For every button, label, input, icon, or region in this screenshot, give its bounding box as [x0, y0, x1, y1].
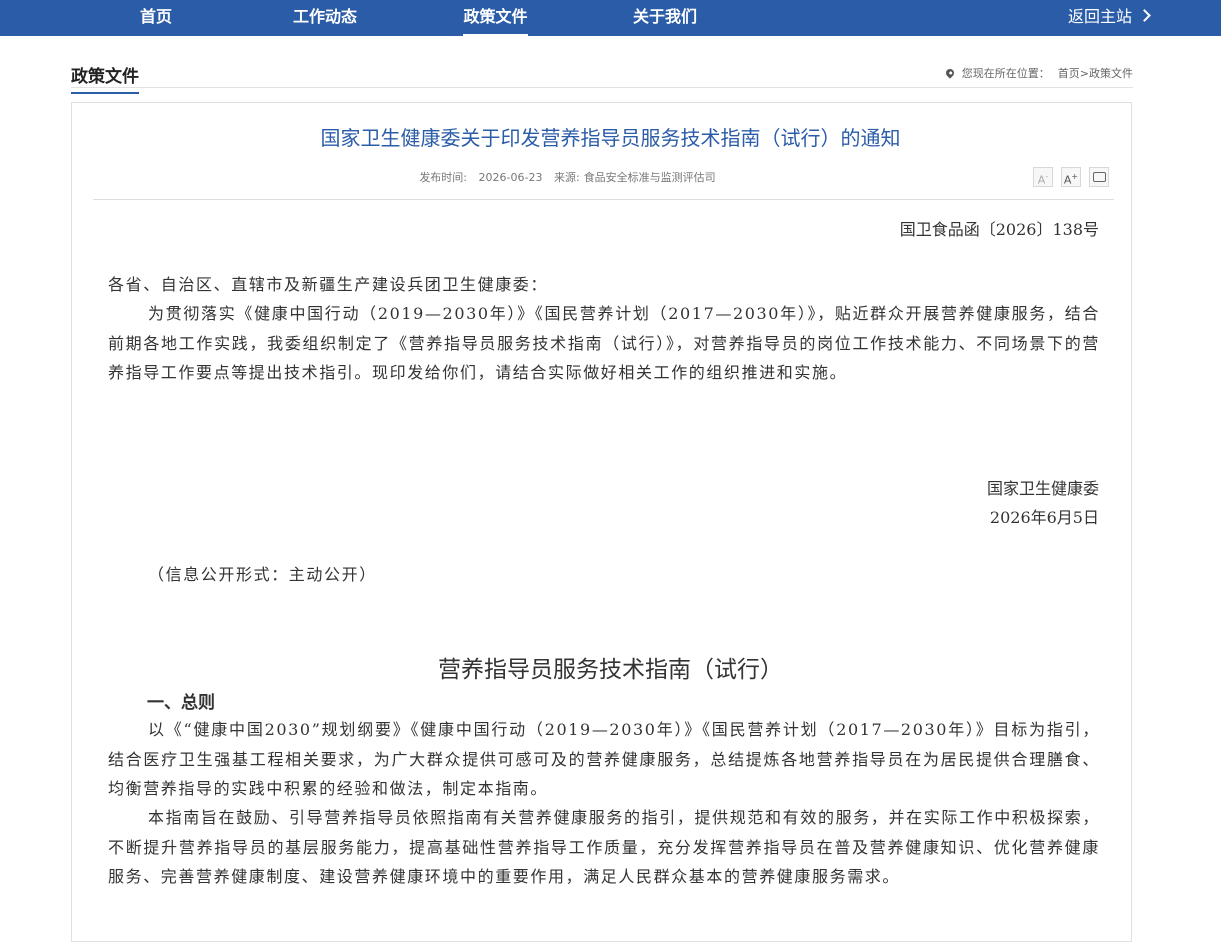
print-button[interactable] [1089, 167, 1109, 187]
article-title: 国家卫生健康委关于印发营养指导员服务技术指南（试行）的通知 [320, 126, 901, 150]
breadcrumb: 您现在所在位置： 首页 > 政策文件 [944, 65, 1133, 81]
salutation: 各省、自治区、直辖市及新疆生产建设兵团卫生健康委： [108, 275, 549, 294]
guide-title: 营养指导员服务技术指南（试行） [438, 657, 783, 683]
meta-divider [93, 199, 1114, 200]
nav-work-news[interactable]: 工作动态 [282, 0, 368, 36]
font-increase-button[interactable]: A+ [1061, 167, 1081, 187]
breadcrumb-home-link[interactable]: 首页 [1058, 65, 1080, 81]
breadcrumb-current: 政策文件 [1089, 67, 1133, 80]
nav-about-us[interactable]: 关于我们 [622, 0, 708, 36]
font-decrease-button[interactable]: A- [1033, 167, 1053, 187]
section-title: 政策文件 [71, 62, 139, 94]
document-number: 国卫食品函〔2026〕138号 [899, 220, 1099, 239]
article-meta: 发布时间: 2026-06-23 来源: 食品安全标准与监测评估司 [0, 169, 1135, 185]
printer-icon [1092, 172, 1106, 182]
source-value: 食品安全标准与监测评估司 [583, 171, 716, 184]
top-navigation: 首页 工作动态 政策文件 关于我们 返回主站 [0, 0, 1221, 36]
sign-date: 2026年6月5日 [989, 508, 1099, 527]
signature: 国家卫生健康委 [986, 479, 1099, 498]
back-to-main-site-label: 返回主站 [1067, 7, 1132, 26]
date-label: 发布时间: [419, 171, 468, 184]
location-pin-icon [944, 67, 956, 79]
breadcrumb-separator: > [1079, 66, 1089, 80]
section-divider [71, 87, 1133, 88]
nav-policy-documents[interactable]: 政策文件 [463, 0, 528, 36]
disclosure-note: （信息公开形式：主动公开） [148, 565, 377, 584]
source-label: 来源: [553, 171, 580, 184]
section-heading-general: 一、总则 [147, 693, 215, 713]
back-to-main-site-link[interactable]: 返回主站 [1067, 0, 1151, 36]
guide-paragraph-1: 以《“健康中国2030”规划纲要》《健康中国行动（2019—2030年）》《国民… [108, 720, 1100, 798]
breadcrumb-prefix: 您现在所在位置： [961, 67, 1050, 80]
notice-body: 为贯彻落实《健康中国行动（2019—2030年）》《国民营养计划（2017—20… [108, 304, 1100, 382]
publish-date: 2026-06-23 [478, 171, 543, 184]
chevron-right-icon [1138, 9, 1151, 22]
nav-home[interactable]: 首页 [126, 0, 186, 36]
guide-paragraph-2: 本指南旨在鼓励、引导营养指导员依照指南有关营养健康服务的指引，提供规范和有效的服… [108, 808, 1100, 886]
